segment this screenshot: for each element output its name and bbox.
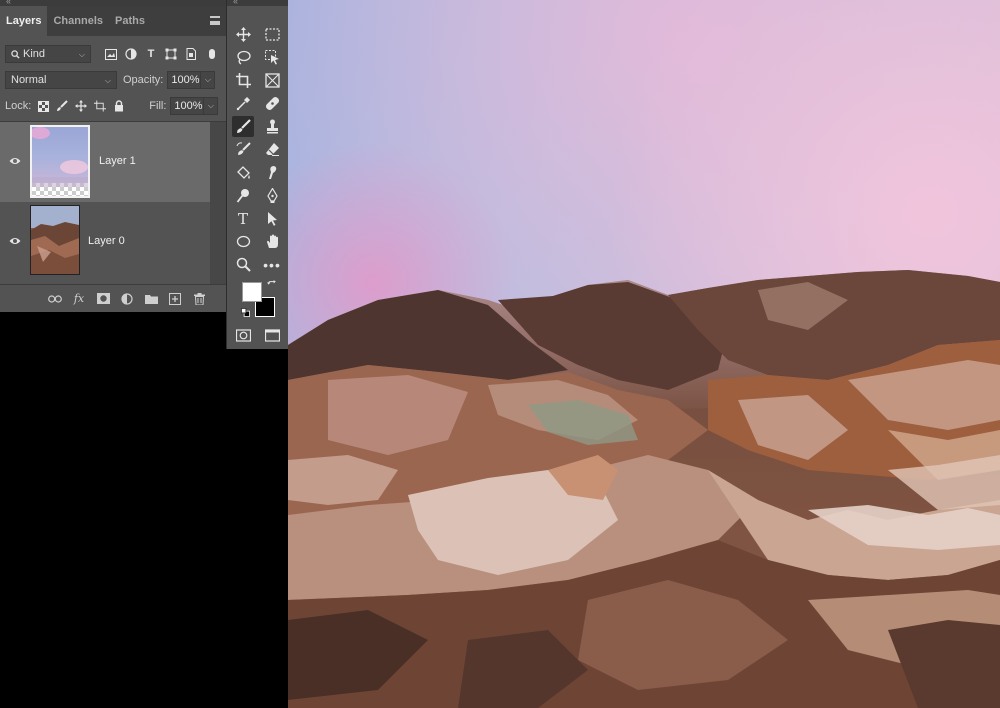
adjustment-icon[interactable] (120, 292, 134, 306)
filter-kind-dropdown[interactable]: Kind ⌵ (5, 45, 91, 63)
brush-tool-icon[interactable] (232, 116, 254, 137)
lock-row: Lock: Fill: 100% ⌵ (0, 93, 226, 119)
lock-pixels-brush-icon[interactable] (56, 100, 69, 112)
frame-tool-icon[interactable] (261, 70, 283, 91)
panel-menu-icon[interactable] (210, 16, 220, 25)
fill-label: Fill: (149, 100, 167, 112)
move-tool-icon[interactable] (232, 24, 254, 45)
opacity-input[interactable]: 100% (167, 71, 202, 89)
trash-icon[interactable] (192, 292, 206, 306)
healing-tool-icon[interactable] (261, 93, 283, 114)
filter-kind-value: Kind (23, 48, 46, 60)
history-brush-tool-icon[interactable] (232, 139, 254, 160)
fill-chevron-icon[interactable]: ⌵ (204, 97, 219, 115)
fill-input[interactable]: 100% (170, 97, 205, 115)
lock-artboard-icon[interactable] (94, 100, 107, 112)
layer-1-thumbnail (30, 125, 90, 198)
new-layer-icon[interactable] (168, 292, 182, 306)
more-tools-icon[interactable]: ••• (261, 254, 283, 275)
layer-0-thumbnail (30, 205, 80, 275)
screen-mode-icon[interactable] (261, 325, 283, 346)
tools-collapse-bar[interactable]: ‹‹ (227, 0, 288, 6)
filter-toggle-icon[interactable] (209, 49, 215, 59)
stamp-tool-icon[interactable] (261, 116, 283, 137)
type-tool-icon[interactable]: T (232, 208, 254, 229)
lasso-tool-icon[interactable] (232, 47, 254, 68)
lock-transparency-icon[interactable] (37, 100, 49, 112)
default-colors-icon[interactable] (239, 306, 251, 318)
layer-row-layer-1[interactable]: Layer 1 (0, 122, 210, 202)
chevron-down-icon: ⌵ (78, 50, 85, 59)
tab-layers[interactable]: Layers (0, 6, 48, 36)
document-canvas[interactable] (288, 0, 1000, 708)
canvas-image (288, 0, 1000, 708)
type-filter-icon[interactable]: T (145, 48, 157, 60)
panel-tabs: Layers Channels Paths (0, 6, 226, 36)
zoom-tool-icon[interactable] (232, 254, 254, 275)
tab-channels[interactable]: Channels (47, 6, 109, 36)
path-select-tool-icon[interactable] (261, 208, 283, 229)
adjustment-filter-icon[interactable] (125, 48, 137, 60)
eraser-tool-icon[interactable] (261, 139, 283, 160)
blend-mode-value: Normal (11, 74, 47, 86)
chevron-down-icon: ⌵ (104, 76, 111, 85)
layers-panel: ‹‹ Layers Channels Paths Kind ⌵ T Normal… (0, 0, 226, 312)
eye-icon[interactable] (9, 235, 21, 247)
layer-0-name: Layer 0 (88, 235, 125, 247)
search-icon (11, 49, 20, 59)
filter-row: Kind ⌵ T (0, 41, 226, 67)
swap-colors-icon[interactable] (265, 278, 279, 292)
dodge-tool-icon[interactable] (232, 185, 254, 206)
mask-icon[interactable] (96, 292, 110, 306)
lock-label: Lock: (5, 100, 32, 112)
fx-icon[interactable]: fx (72, 292, 86, 306)
shape-filter-icon[interactable] (165, 48, 177, 60)
marquee-tool-icon[interactable] (261, 24, 283, 45)
eyedropper-tool-icon[interactable] (232, 93, 254, 114)
ellipse-tool-icon[interactable] (232, 231, 254, 252)
object-select-tool-icon[interactable] (261, 47, 283, 68)
lock-position-move-icon[interactable] (75, 100, 88, 112)
pixel-filter-icon[interactable] (105, 48, 117, 60)
smart-object-filter-icon[interactable] (185, 48, 197, 60)
blend-row: Normal ⌵ Opacity: 100% ⌵ (0, 67, 226, 93)
tools-panel: ‹‹ T ••• (226, 0, 288, 349)
blend-mode-dropdown[interactable]: Normal ⌵ (5, 71, 117, 89)
layers-list: Layer 1 Layer 0 (0, 122, 226, 284)
layers-bottom-bar: fx (0, 284, 226, 312)
folder-icon[interactable] (144, 292, 158, 306)
link-icon[interactable] (48, 292, 62, 306)
layer-1-name: Layer 1 (99, 155, 136, 167)
opacity-chevron-icon[interactable]: ⌵ (201, 71, 216, 89)
hand-tool-icon[interactable] (261, 231, 283, 252)
tab-paths[interactable]: Paths (109, 6, 151, 36)
eye-icon[interactable] (9, 155, 21, 167)
paint-bucket-tool-icon[interactable] (232, 162, 254, 183)
pen-tool-icon[interactable] (261, 185, 283, 206)
smudge-tool-icon[interactable] (261, 162, 283, 183)
layer-row-layer-0[interactable]: Layer 0 (0, 202, 226, 282)
quick-mask-icon[interactable] (232, 325, 254, 346)
foreground-color-swatch[interactable] (242, 282, 262, 302)
crop-tool-icon[interactable] (232, 70, 254, 91)
opacity-label: Opacity: (123, 74, 164, 86)
lock-all-icon[interactable] (113, 100, 125, 112)
